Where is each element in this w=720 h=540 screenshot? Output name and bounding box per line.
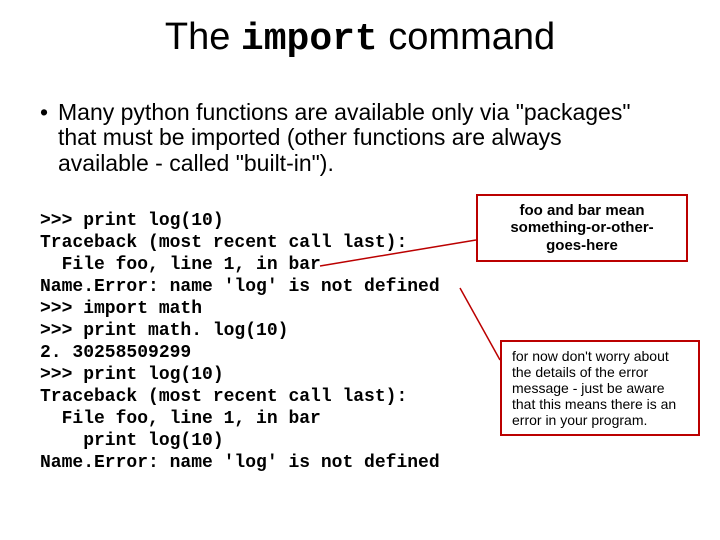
bullet-dot: •: [40, 100, 58, 125]
title-pre: The: [165, 16, 241, 58]
code-line: Name.Error: name 'log' is not defined: [40, 453, 440, 473]
code-line: print log(10): [40, 431, 224, 451]
code-line: Traceback (most recent call last):: [40, 387, 407, 407]
callout-line: something-or-other-: [486, 219, 678, 236]
code-line: >>> print log(10): [40, 365, 224, 385]
callout-text: for now don't worry about the details of…: [512, 348, 676, 428]
code-line: 2. 30258509299: [40, 343, 191, 363]
callout-line: goes-here: [486, 237, 678, 254]
title-keyword: import: [241, 18, 378, 61]
callout-error-explain: for now don't worry about the details of…: [500, 340, 700, 436]
code-line: Traceback (most recent call last):: [40, 233, 407, 253]
code-line: >>> print math. log(10): [40, 321, 288, 341]
code-line: File foo, line 1, in bar: [40, 409, 321, 429]
bullet-text: Many python functions are available only…: [58, 100, 638, 176]
code-line: Name.Error: name 'log' is not defined: [40, 277, 440, 297]
code-block: >>> print log(10) Traceback (most recent…: [40, 210, 440, 474]
slide-title: The import command: [0, 18, 720, 60]
bullet-item: •Many python functions are available onl…: [40, 100, 650, 176]
code-line: >>> import math: [40, 299, 202, 319]
code-line: File foo, line 1, in bar: [40, 255, 321, 275]
slide: The import command •Many python function…: [0, 0, 720, 540]
code-line: >>> print log(10): [40, 211, 224, 231]
callout-foo-bar: foo and bar mean something-or-other- goe…: [476, 194, 688, 262]
callout-line: foo and bar mean: [486, 202, 678, 219]
title-post: command: [378, 16, 555, 58]
